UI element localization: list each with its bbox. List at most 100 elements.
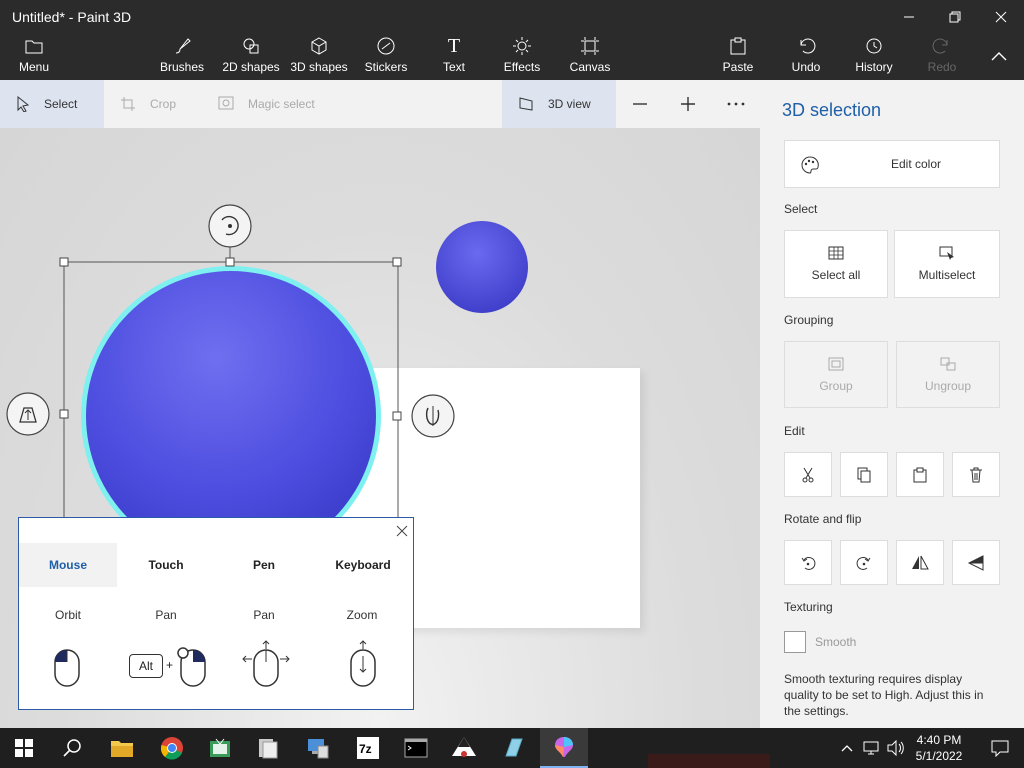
small-sphere[interactable]: [436, 221, 528, 313]
pen-pan-label: Pan: [253, 608, 275, 622]
flip-horizontal-icon: [912, 555, 929, 569]
select-all-button[interactable]: Select all: [784, 230, 888, 298]
taskbar-app-3[interactable]: [196, 728, 244, 768]
more-options-button[interactable]: [722, 80, 750, 128]
taskbar: 7z 4:40 PM 5/1/2022: [0, 728, 1024, 768]
rotate-right-button[interactable]: [840, 540, 888, 585]
taskbar-clock[interactable]: 4:40 PM 5/1/2022: [912, 732, 966, 764]
search-button[interactable]: [48, 728, 96, 768]
canvas-button[interactable]: Canvas: [568, 34, 612, 80]
ellipsis-icon: [727, 102, 745, 106]
glass-icon: [505, 738, 523, 757]
effects-button[interactable]: Effects: [500, 34, 544, 80]
svg-text:7z: 7z: [359, 742, 372, 756]
flip-vertical-button[interactable]: [952, 540, 1000, 585]
stickers-button[interactable]: Stickers: [362, 34, 410, 80]
crop-button[interactable]: Crop: [120, 80, 190, 128]
trash-icon: [970, 467, 982, 482]
undo-label: Undo: [791, 60, 821, 74]
notification-icon: [991, 740, 1009, 757]
network-button[interactable]: [860, 728, 884, 768]
undo-button[interactable]: Undo: [786, 34, 826, 80]
taskbar-app-5[interactable]: [294, 728, 342, 768]
multiselect-button[interactable]: Multiselect: [894, 230, 1000, 298]
tab-pen[interactable]: Pen: [215, 543, 313, 587]
minimize-button[interactable]: [886, 0, 932, 34]
smooth-checkbox[interactable]: [784, 631, 806, 653]
tab-keyboard[interactable]: Keyboard: [313, 543, 413, 587]
edit-color-button[interactable]: Edit color: [784, 140, 1000, 188]
brushes-button[interactable]: Brushes: [158, 34, 206, 80]
grouping-section-label: Grouping: [784, 313, 834, 327]
tab-touch[interactable]: Touch: [117, 543, 215, 587]
pan-label: Pan: [155, 608, 177, 622]
zoom-in-button[interactable]: [674, 80, 702, 128]
mouse-right-click-icon: [177, 647, 206, 687]
smooth-note: Smooth texturing requires display qualit…: [784, 672, 984, 718]
history-button[interactable]: History: [852, 34, 896, 80]
sun-icon: [510, 35, 534, 57]
taskbar-app-4[interactable]: [244, 728, 292, 768]
magic-select-button[interactable]: Magic select: [218, 80, 328, 128]
scissors-icon: [802, 467, 814, 482]
3d-shapes-button[interactable]: 3D shapes: [288, 34, 350, 80]
restore-button[interactable]: [932, 0, 978, 34]
pen-pan-icon: [242, 640, 290, 687]
tab-mouse[interactable]: Mouse: [19, 543, 117, 587]
flip-horizontal-button[interactable]: [896, 540, 944, 585]
rotate-y-handle[interactable]: [411, 394, 455, 438]
menu-button[interactable]: Menu: [14, 34, 54, 80]
close-help-button[interactable]: [393, 522, 411, 540]
3d-shapes-label: 3D shapes: [290, 60, 348, 74]
brush-icon: [170, 35, 194, 57]
zoom-out-button[interactable]: [626, 80, 654, 128]
push-depth-handle[interactable]: [6, 392, 50, 436]
volume-button[interactable]: [884, 728, 908, 768]
taskbar-app-8[interactable]: [440, 728, 488, 768]
close-button[interactable]: [978, 0, 1024, 34]
redo-button[interactable]: Redo: [922, 34, 962, 80]
cut-button[interactable]: [784, 452, 832, 497]
ungroup-button[interactable]: Ungroup: [896, 341, 1000, 408]
group-button[interactable]: Group: [784, 341, 888, 408]
history-label: History: [855, 60, 893, 74]
magic-select-label: Magic select: [248, 97, 315, 111]
edit-color-label: Edit color: [890, 157, 942, 171]
taskbar-terminal[interactable]: [392, 728, 440, 768]
text-button[interactable]: T Text: [436, 34, 472, 80]
notifications-button[interactable]: [976, 728, 1024, 768]
cursor-icon: [16, 96, 30, 112]
taskbar-preview-strip: [648, 754, 770, 768]
select-tool-button[interactable]: Select: [0, 80, 104, 128]
resize-handle[interactable]: [59, 257, 69, 267]
rotate-z-handle[interactable]: [208, 204, 252, 248]
ungroup-icon: [940, 357, 956, 370]
show-hidden-icons-button[interactable]: [836, 728, 858, 768]
resize-handle[interactable]: [392, 257, 402, 267]
redo-icon: [930, 35, 954, 57]
paste-panel-button[interactable]: [896, 452, 944, 497]
3d-view-button[interactable]: 3D view: [502, 80, 616, 128]
rotate-left-button[interactable]: [784, 540, 832, 585]
chevron-up-icon: [991, 52, 1007, 61]
taskbar-file-explorer[interactable]: [98, 728, 146, 768]
taskbar-7zip[interactable]: 7z: [344, 728, 392, 768]
copy-button[interactable]: [840, 452, 888, 497]
collapse-ribbon-button[interactable]: [986, 46, 1012, 66]
paint-3d-icon: [555, 737, 573, 757]
taskbar-paint-3d[interactable]: [540, 728, 588, 768]
inkscape-icon: [452, 737, 476, 757]
resize-handle[interactable]: [392, 411, 402, 421]
taskbar-app-9[interactable]: [490, 728, 538, 768]
delete-button[interactable]: [952, 452, 1000, 497]
2d-shapes-button[interactable]: 2D shapes: [220, 34, 282, 80]
minimize-icon: [904, 16, 914, 18]
archive-icon: [259, 739, 278, 759]
taskbar-chrome[interactable]: [148, 728, 196, 768]
resize-handle[interactable]: [225, 257, 235, 267]
resize-handle[interactable]: [59, 409, 69, 419]
start-button[interactable]: [0, 728, 48, 768]
redo-label: Redo: [927, 60, 957, 74]
group-label: Group: [819, 378, 853, 393]
paste-button[interactable]: Paste: [718, 34, 758, 80]
